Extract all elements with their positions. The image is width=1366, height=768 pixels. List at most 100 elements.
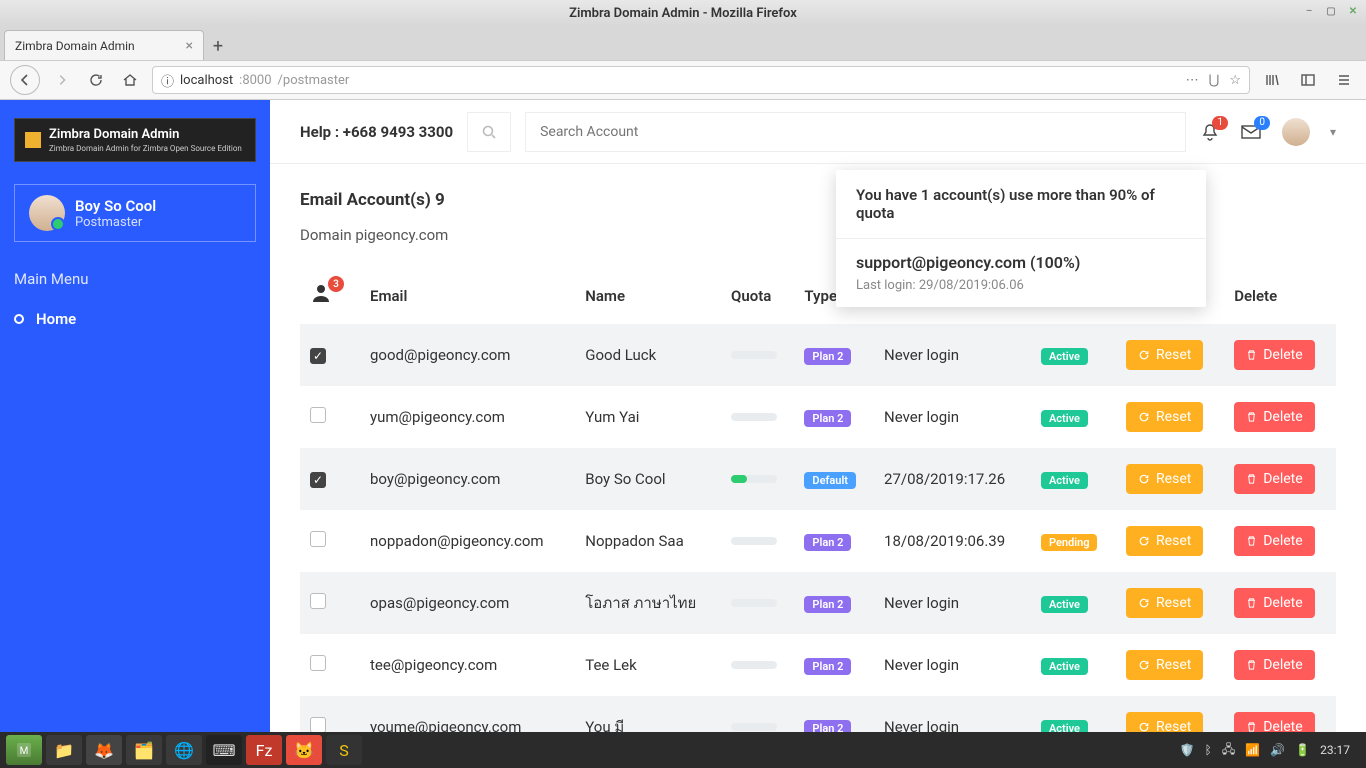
browser-tabbar: Zimbra Domain Admin × + (0, 26, 1366, 60)
cell-last-login: 27/08/2019:17.26 (874, 448, 1031, 510)
battery-icon[interactable]: 🔋 (1295, 743, 1310, 757)
cell-quota (721, 386, 794, 448)
row-checkbox[interactable] (310, 531, 326, 547)
profile-card[interactable]: Boy So Cool Postmaster (14, 184, 256, 242)
delete-button[interactable]: Delete (1234, 650, 1314, 680)
page-actions-icon[interactable]: ⋯ (1186, 73, 1199, 88)
cell-status: Active (1031, 696, 1116, 732)
row-checkbox[interactable]: ✓ (310, 472, 326, 488)
reset-button[interactable]: Reset (1126, 464, 1203, 494)
delete-button[interactable]: Delete (1234, 526, 1314, 556)
url-port: :8000 (239, 73, 271, 88)
table-row: yum@pigeoncy.comYum YaiPlan 2Never login… (300, 386, 1336, 448)
reload-button[interactable] (84, 68, 108, 92)
delete-button[interactable]: Delete (1234, 712, 1314, 732)
shield-icon[interactable]: 🛡️ (1180, 743, 1195, 757)
firefox-icon[interactable]: 🦊 (86, 735, 122, 765)
window-close[interactable]: ✕ (1346, 4, 1360, 18)
bookmark-star-icon[interactable]: ☆ (1229, 73, 1241, 88)
forward-button[interactable] (50, 68, 74, 92)
home-button[interactable] (118, 68, 142, 92)
reset-button[interactable]: Reset (1126, 526, 1203, 556)
table-row: tee@pigeoncy.comTee LekPlan 2Never login… (300, 634, 1336, 696)
row-checkbox[interactable] (310, 593, 326, 609)
menu-heading: Main Menu (14, 270, 256, 288)
site-info-icon[interactable]: ⓘ (161, 71, 174, 90)
cell-last-login: 18/08/2019:06.39 (874, 510, 1031, 572)
library-icon[interactable] (1260, 68, 1284, 92)
table-row: opas@pigeoncy.comโอภาส ภาษาไทยPlan 2Neve… (300, 572, 1336, 634)
terminal-icon[interactable]: ⌨ (206, 735, 242, 765)
cell-quota (721, 634, 794, 696)
reset-button[interactable]: Reset (1126, 402, 1203, 432)
cell-quota (721, 696, 794, 732)
volume-icon[interactable]: 🔊 (1270, 743, 1285, 757)
bluetooth-icon[interactable]: ᛒ (1205, 743, 1212, 757)
chrome-icon[interactable]: 🌐 (166, 735, 202, 765)
back-button[interactable] (10, 65, 40, 95)
brand-sub: Zimbra Domain Admin for Zimbra Open Sour… (49, 144, 242, 153)
clock[interactable]: 23:17 (1320, 743, 1350, 757)
search-icon[interactable] (467, 112, 511, 152)
delete-button[interactable]: Delete (1234, 464, 1314, 494)
cell-name: Boy So Cool (575, 448, 721, 510)
messages-mail[interactable]: 0 (1240, 122, 1262, 142)
filezilla-icon[interactable]: Fz (246, 735, 282, 765)
reset-button[interactable]: Reset (1126, 712, 1203, 732)
app-icon[interactable]: 🐱 (286, 735, 322, 765)
chevron-down-icon[interactable]: ▾ (1330, 125, 1336, 139)
quota-alert-popup: You have 1 account(s) use more than 90% … (836, 170, 1206, 307)
tab-close-icon[interactable]: × (186, 38, 193, 54)
bell-badge: 1 (1212, 116, 1228, 130)
cell-type: Plan 2 (794, 510, 874, 572)
cell-quota (721, 324, 794, 386)
files-icon[interactable]: 📁 (46, 735, 82, 765)
search-input[interactable] (525, 112, 1186, 152)
reset-button[interactable]: Reset (1126, 340, 1203, 370)
popup-item[interactable]: support@pigeoncy.com (100%) Last login: … (836, 239, 1206, 307)
cell-last-login: Never login (874, 324, 1031, 386)
cell-status: Active (1031, 634, 1116, 696)
table-row: ✓boy@pigeoncy.comBoy So CoolDefault27/08… (300, 448, 1336, 510)
desktop-taskbar: M 📁 🦊 🗂️ 🌐 ⌨ Fz 🐱 S 🛡️ ᛒ 🖧 📶 🔊 🔋 23:17 (0, 732, 1366, 768)
delete-button[interactable]: Delete (1234, 588, 1314, 618)
row-checkbox[interactable] (310, 407, 326, 423)
cell-email: tee@pigeoncy.com (360, 634, 575, 696)
row-checkbox[interactable] (310, 717, 326, 732)
topbar-avatar[interactable] (1282, 118, 1310, 146)
topbar: Help : +668 9493 3300 1 0 ▾ (270, 100, 1366, 164)
cell-email: good@pigeoncy.com (360, 324, 575, 386)
sidebar-toggle-icon[interactable] (1296, 68, 1320, 92)
hamburger-menu-icon[interactable] (1332, 68, 1356, 92)
profile-role: Postmaster (75, 215, 156, 230)
browser-tab[interactable]: Zimbra Domain Admin × (4, 30, 204, 60)
person-badge: 3 (328, 276, 344, 292)
row-checkbox[interactable]: ✓ (310, 348, 326, 364)
notifications-bell[interactable]: 1 (1200, 122, 1220, 142)
cell-quota (721, 572, 794, 634)
network-icon[interactable]: 🖧 (1222, 740, 1235, 761)
files2-icon[interactable]: 🗂️ (126, 735, 162, 765)
reset-button[interactable]: Reset (1126, 650, 1203, 680)
pocket-icon[interactable]: ⋃ (1209, 73, 1220, 88)
new-tab-button[interactable]: + (204, 32, 232, 60)
delete-button[interactable]: Delete (1234, 340, 1314, 370)
url-bar[interactable]: ⓘ localhost:8000/postmaster ⋯ ⋃ ☆ (152, 66, 1250, 94)
sidebar-item-home[interactable]: Home (14, 310, 256, 328)
cell-name: Noppadon Saa (575, 510, 721, 572)
delete-button[interactable]: Delete (1234, 402, 1314, 432)
window-maximize[interactable]: ▢ (1324, 4, 1338, 18)
cell-name: Good Luck (575, 324, 721, 386)
cell-email: opas@pigeoncy.com (360, 572, 575, 634)
window-minimize[interactable]: – (1302, 4, 1316, 18)
profile-name: Boy So Cool (75, 197, 156, 215)
mail-badge: 0 (1254, 116, 1270, 130)
cell-status: Pending (1031, 510, 1116, 572)
cell-type: Plan 2 (794, 696, 874, 732)
reset-button[interactable]: Reset (1126, 588, 1203, 618)
row-checkbox[interactable] (310, 655, 326, 671)
start-menu-icon[interactable]: M (6, 735, 42, 765)
sublime-icon[interactable]: S (326, 735, 362, 765)
brand-logo: Zimbra Domain Admin Zimbra Domain Admin … (14, 118, 256, 162)
wifi-icon[interactable]: 📶 (1245, 743, 1260, 757)
